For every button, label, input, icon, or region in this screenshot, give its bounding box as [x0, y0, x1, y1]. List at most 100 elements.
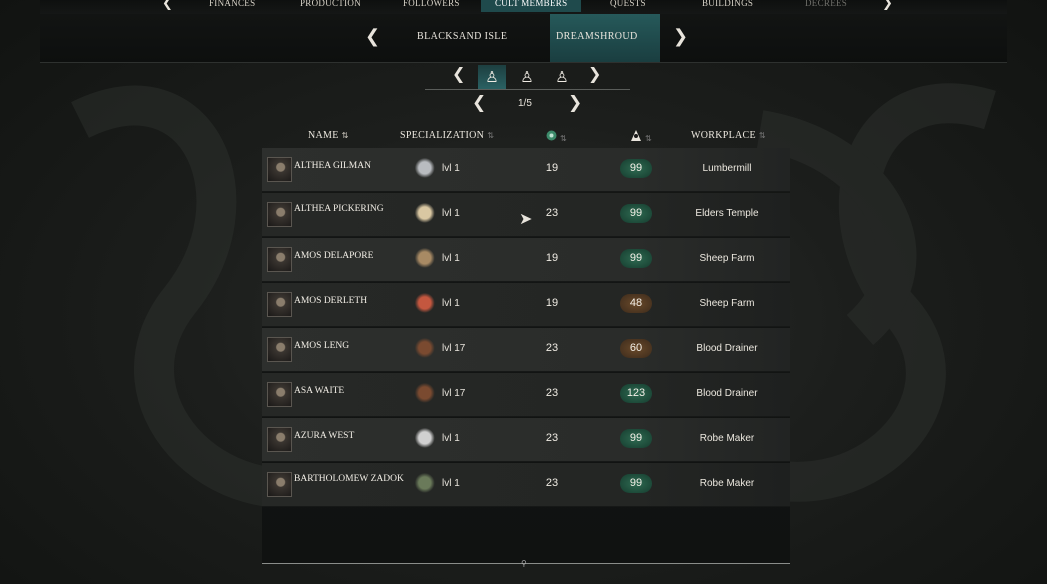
avatar	[267, 472, 292, 497]
pager: ❮ 1/5 ❯	[472, 93, 582, 115]
workplace-value: Blood Drainer	[696, 388, 758, 399]
tab-finances[interactable]: FINANCES	[209, 0, 255, 8]
page-next-arrow-icon[interactable]: ❯	[568, 93, 582, 113]
loyalty-badge: 99	[620, 159, 652, 178]
blood-barrels-icon	[414, 383, 438, 405]
stone-icon	[414, 428, 438, 450]
barrel-icon	[414, 473, 438, 495]
specialization-level: lvl 1	[442, 478, 460, 489]
tab-decrees[interactable]: DECREES	[805, 0, 847, 8]
filter-prev-arrow-icon[interactable]: ❮	[452, 64, 465, 83]
sort-icon: ⇅	[487, 131, 495, 140]
planks-icon	[414, 248, 438, 270]
worker-filter-icon[interactable]: ♙	[513, 65, 541, 89]
workplace-value: Elders Temple	[695, 208, 759, 219]
filter-next-arrow-icon[interactable]: ❯	[588, 64, 601, 83]
member-name: ALTHEA GILMAN	[294, 161, 371, 171]
table-row[interactable]: ASA WAITE lvl 17 23 123 Blood Drainer	[262, 373, 790, 417]
loyalty-badge: 99	[620, 204, 652, 223]
island-tab-blacksand-isle[interactable]: BLACKSAND ISLE	[417, 31, 507, 42]
meat-icon	[414, 293, 438, 315]
sort-icon: ⇅	[341, 131, 349, 140]
sanity-value: 23	[545, 477, 559, 489]
header-specialization[interactable]: SPECIALIZATION ⇅	[400, 130, 494, 141]
header-workplace[interactable]: WORKPLACE ⇅	[691, 130, 766, 141]
page-prev-arrow-icon[interactable]: ❮	[472, 93, 486, 113]
member-name: ASA WAITE	[294, 386, 345, 396]
specialization-level: lvl 17	[442, 343, 466, 354]
loyalty-badge: 99	[620, 429, 652, 448]
header-sanity[interactable]: ⇅	[546, 130, 567, 144]
avatar	[267, 157, 292, 182]
member-name: AMOS DERLETH	[294, 296, 368, 306]
island-next-arrow-icon[interactable]: ❯	[673, 26, 688, 47]
sort-icon: ⇅	[560, 134, 568, 143]
avatar	[267, 382, 292, 407]
cultist-icon	[631, 130, 641, 141]
table-row[interactable]: AMOS LENG lvl 17 23 60 Blood Drainer	[262, 328, 790, 372]
workplace-value: Lumbermill	[702, 163, 752, 174]
workplace-value: Sheep Farm	[699, 253, 755, 264]
sanity-value: 23	[545, 387, 559, 399]
workplace-value: Blood Drainer	[696, 343, 758, 354]
header-specialization-label: SPECIALIZATION	[400, 130, 485, 141]
table-row[interactable]: ALTHEA GILMAN lvl 1 19 99 Lumbermill	[262, 148, 790, 192]
nav-next-arrow-icon[interactable]: ❯	[882, 0, 893, 11]
member-name: BARTHOLOMEW ZADOK	[294, 474, 404, 484]
tab-followers[interactable]: FOLLOWERS	[403, 0, 460, 8]
page-indicator: 1/5	[518, 98, 532, 109]
avatar	[267, 247, 292, 272]
sanity-value: 19	[545, 162, 559, 174]
sanity-value: 23	[545, 432, 559, 444]
header-name-label: NAME	[308, 130, 339, 141]
table-row[interactable]: BARTHOLOMEW ZADOK lvl 1 23 99 Robe Maker	[262, 463, 790, 507]
tab-buildings[interactable]: BUILDINGS	[702, 0, 753, 8]
blood-barrels-icon	[414, 338, 438, 360]
specialization-level: lvl 1	[442, 433, 460, 444]
island-tab-dreamshroud[interactable]: DREAMSHROUD	[556, 31, 638, 42]
sort-icon: ⇅	[645, 134, 653, 143]
specialization-level: lvl 1	[442, 298, 460, 309]
member-name: AMOS LENG	[294, 341, 350, 351]
worker-filter-icon[interactable]: ♙	[548, 65, 576, 89]
loyalty-badge: 60	[620, 339, 652, 358]
loyalty-badge: 99	[620, 474, 652, 493]
nav-prev-arrow-icon[interactable]: ❮	[162, 0, 173, 11]
specialization-level: lvl 17	[442, 388, 466, 399]
island-nav-bar: ❮ BLACKSAND ISLE DREAMSHROUD ❯	[40, 14, 1007, 63]
avatar	[267, 427, 292, 452]
worker-filter-icon[interactable]: ♙	[478, 65, 506, 89]
workplace-value: Robe Maker	[699, 433, 755, 444]
specialization-level: lvl 1	[442, 208, 460, 219]
table-row[interactable]: AMOS DELAPORE lvl 1 19 99 Sheep Farm	[262, 238, 790, 282]
sort-icon: ⇅	[758, 131, 766, 140]
mouse-cursor-icon: ➤	[519, 209, 533, 228]
sanity-value: 23	[545, 342, 559, 354]
filter-bar: ❮ ♙ ♙ ♙ ❯	[425, 64, 630, 90]
workplace-value: Robe Maker	[699, 478, 755, 489]
member-name: ALTHEA PICKERING	[294, 204, 384, 214]
loyalty-badge: 99	[620, 249, 652, 268]
workplace-value: Sheep Farm	[699, 298, 755, 309]
tab-cult-members[interactable]: CULT MEMBERS	[481, 0, 582, 12]
header-name[interactable]: NAME ⇅	[308, 130, 349, 141]
avatar	[267, 202, 292, 227]
tab-quests[interactable]: QUESTS	[610, 0, 646, 8]
sanity-value: 23	[545, 207, 559, 219]
specialization-level: lvl 1	[442, 253, 460, 264]
scroll-handle-icon[interactable]: ⚲	[521, 559, 527, 568]
avatar	[267, 337, 292, 362]
header-cultists[interactable]: ⇅	[630, 130, 652, 144]
loyalty-badge: 48	[620, 294, 652, 313]
sanity-value: 19	[545, 297, 559, 309]
sanity-value: 19	[545, 252, 559, 264]
table-row[interactable]: AZURA WEST lvl 1 23 99 Robe Maker	[262, 418, 790, 462]
table-row[interactable]: AMOS DERLETH lvl 1 19 48 Sheep Farm	[262, 283, 790, 327]
member-name: AZURA WEST	[294, 431, 355, 441]
wool-icon	[414, 203, 438, 225]
sanity-icon	[546, 130, 557, 141]
island-prev-arrow-icon[interactable]: ❮	[365, 26, 380, 47]
tab-production[interactable]: PRODUCTION	[300, 0, 361, 8]
specialization-level: lvl 1	[442, 163, 460, 174]
header-workplace-label: WORKPLACE	[691, 130, 756, 141]
